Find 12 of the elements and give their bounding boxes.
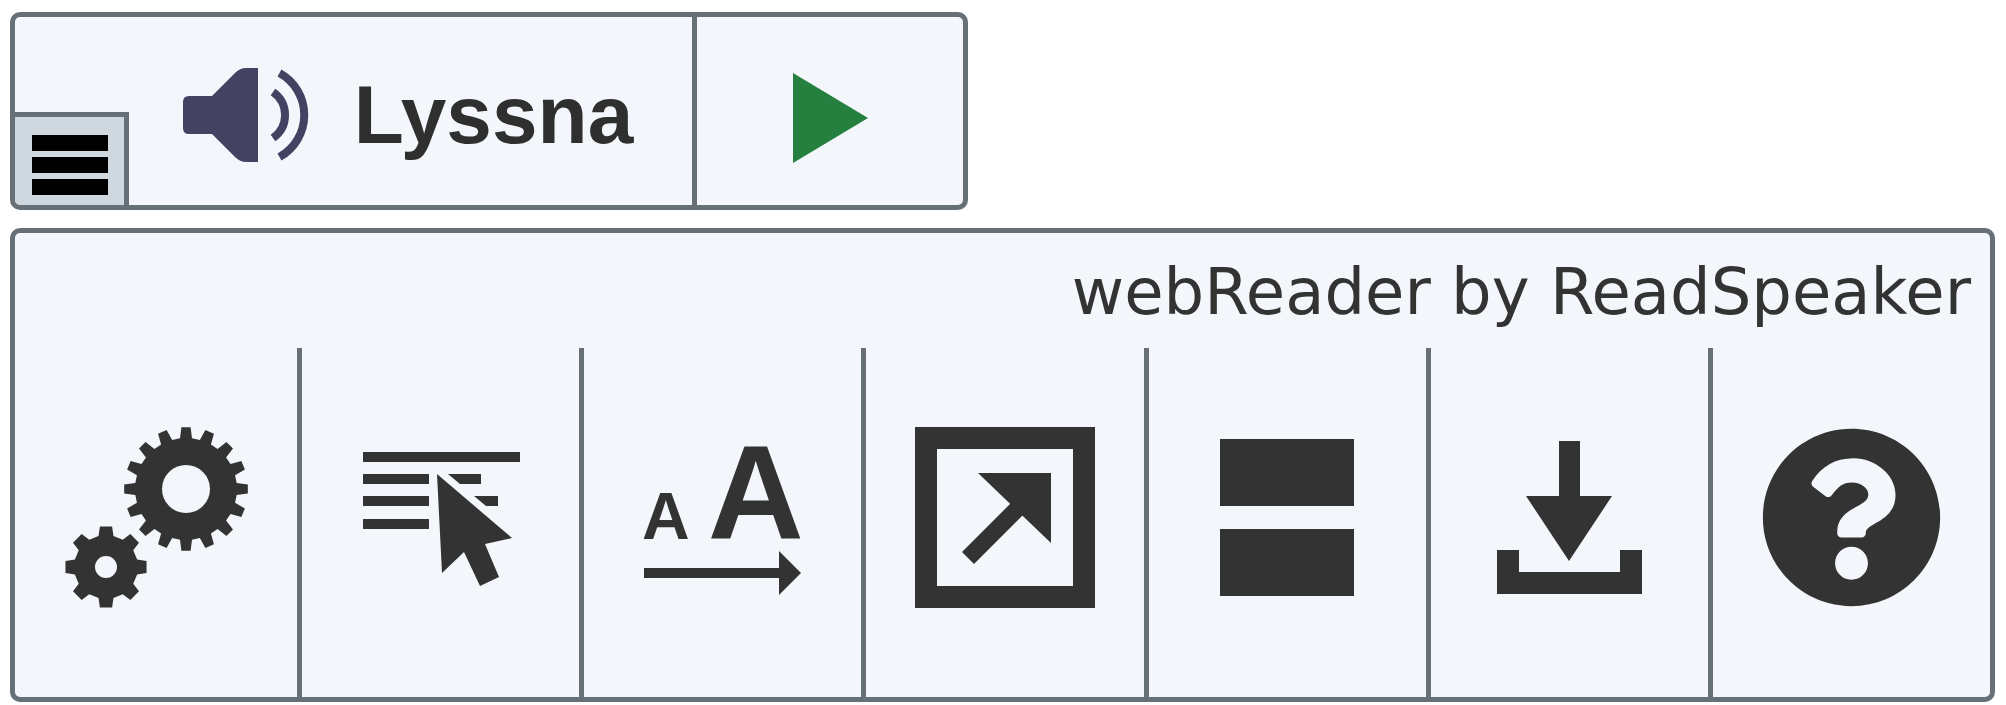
menu-icon <box>31 135 108 195</box>
two-bars-icon <box>1220 439 1355 596</box>
arrow-icon <box>644 551 802 596</box>
text-size-button[interactable]: A A <box>638 435 808 600</box>
brand-text: webReader by ReadSpeaker <box>1071 254 1971 331</box>
download-icon <box>1496 441 1642 594</box>
arrow-box-icon <box>915 427 1095 608</box>
listen-button[interactable]: Lyssna <box>129 17 697 205</box>
menu-button[interactable] <box>15 112 129 205</box>
speaker-icon <box>181 67 309 163</box>
gears-icon <box>64 426 249 609</box>
play-icon <box>792 73 868 163</box>
